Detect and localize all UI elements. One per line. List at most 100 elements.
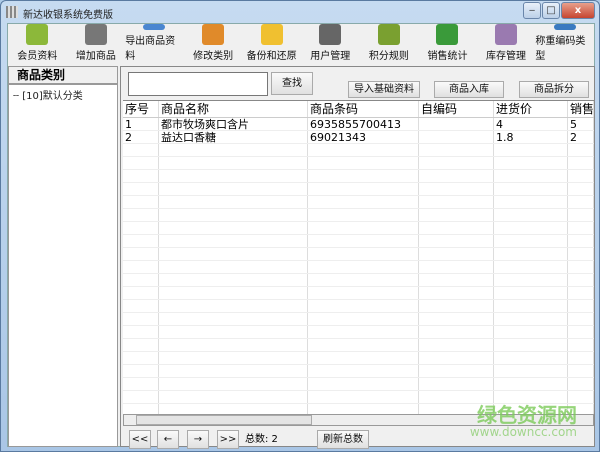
column-header[interactable]: 销售 — [568, 101, 594, 117]
table-cell — [123, 235, 159, 247]
close-button[interactable]: x — [561, 2, 595, 19]
table-cell — [123, 261, 159, 273]
table-cell — [159, 248, 308, 260]
column-header[interactable]: 商品名称 — [159, 101, 308, 117]
toolbar-button-3[interactable]: 修改类别 — [184, 24, 243, 65]
table-row[interactable]: 1 都市牧场爽口含片 6935855700413 4 5 — [123, 118, 594, 131]
tree-item-default[interactable]: ┄ [10]默认分类 — [13, 87, 113, 102]
split-button[interactable]: 商品拆分 — [519, 81, 589, 98]
table-row[interactable] — [123, 144, 594, 157]
scrollbar-thumb[interactable] — [136, 415, 312, 425]
app-icon — [6, 6, 18, 18]
table-cell — [419, 378, 494, 390]
clipboard-check-icon — [436, 24, 459, 45]
refresh-total-button[interactable]: 刷新总数 — [317, 430, 369, 449]
table-cell — [568, 261, 594, 273]
table-cell — [494, 235, 568, 247]
maximize-button[interactable]: □ — [542, 2, 560, 19]
table-cell — [419, 235, 494, 247]
table-cell — [308, 248, 419, 260]
import-button[interactable]: 导入基础资料 — [348, 81, 420, 98]
toolbar-button-1[interactable]: 增加商品 — [67, 24, 126, 65]
prev-page-button[interactable]: ← — [157, 430, 179, 449]
table-row[interactable] — [123, 209, 594, 222]
table-cell — [494, 261, 568, 273]
table-cell — [308, 326, 419, 338]
table-row[interactable] — [123, 274, 594, 287]
table-row[interactable] — [123, 365, 594, 378]
toolbar-button-9[interactable]: 称重编码类型 — [535, 24, 594, 65]
search-button[interactable]: 查找 — [271, 72, 313, 95]
table-row[interactable] — [123, 339, 594, 352]
table-cell — [159, 339, 308, 351]
column-header[interactable]: 商品条码 — [308, 101, 419, 117]
table-cell — [494, 170, 568, 182]
table-cell — [159, 144, 308, 156]
toolbar-button-8[interactable]: 库存管理 — [477, 24, 536, 65]
table-row[interactable]: 2 益达口香糖 69021343 1.8 2 — [123, 131, 594, 144]
table-row[interactable] — [123, 313, 594, 326]
table-cell: 1.8 — [494, 131, 568, 143]
table-row[interactable] — [123, 352, 594, 365]
minimize-button[interactable]: ‒ — [523, 2, 541, 19]
toolbar-button-0[interactable]: 会员资料 — [8, 24, 67, 65]
stock-in-button[interactable]: 商品入库 — [434, 81, 504, 98]
table-row[interactable] — [123, 235, 594, 248]
table-cell — [568, 183, 594, 195]
table-row[interactable] — [123, 300, 594, 313]
table-cell — [568, 235, 594, 247]
last-page-button[interactable]: >> — [217, 430, 239, 449]
product-table[interactable]: 序号 商品名称 商品条码 自编码 进货价 销售 1 都市牧场爽口含片 6935855700413… — [123, 100, 594, 415]
toolbar-button-5[interactable]: 用户管理 — [301, 24, 360, 65]
table-cell — [308, 209, 419, 221]
table-row[interactable] — [123, 170, 594, 183]
table-row[interactable] — [123, 287, 594, 300]
table-row[interactable] — [123, 378, 594, 391]
table-cell — [159, 326, 308, 338]
table-cell — [159, 378, 308, 390]
table-row[interactable] — [123, 157, 594, 170]
total-count: 总数: 2 — [245, 434, 278, 445]
table-row[interactable] — [123, 222, 594, 235]
column-header[interactable]: 序号 — [123, 101, 159, 117]
next-page-button[interactable]: → — [187, 430, 209, 449]
table-cell — [568, 144, 594, 156]
toolbar-button-7[interactable]: 销售统计 — [418, 24, 477, 65]
watermark-logo: 绿色资源网 — [477, 403, 577, 427]
table-cell — [123, 365, 159, 377]
category-tree[interactable]: ┄ [10]默认分类 — [8, 84, 118, 447]
table-row[interactable] — [123, 196, 594, 209]
table-cell — [494, 196, 568, 208]
toolbar-button-2[interactable]: 导出商品资料 — [125, 24, 184, 65]
table-cell — [419, 222, 494, 234]
table-cell — [159, 183, 308, 195]
table-row[interactable] — [123, 261, 594, 274]
toolbar-button-4[interactable]: 备份和还原 — [242, 24, 301, 65]
table-cell — [159, 209, 308, 221]
table-cell — [123, 339, 159, 351]
table-cell — [308, 274, 419, 286]
table-cell — [123, 274, 159, 286]
table-cell — [159, 222, 308, 234]
table-row[interactable] — [123, 183, 594, 196]
table-row[interactable] — [123, 326, 594, 339]
table-cell — [308, 157, 419, 169]
table-cell — [308, 183, 419, 195]
toolbar-label: 修改类别 — [193, 51, 234, 62]
table-cell — [568, 222, 594, 234]
table-row[interactable] — [123, 248, 594, 261]
table-cell — [123, 209, 159, 221]
table-cell — [568, 352, 594, 364]
table-cell: 益达口香糖 — [159, 131, 308, 143]
product-panel: 查找 导入基础资料 商品入库 商品拆分 序号 商品名称 商品条码 自编码 进货价 销售 1 都… — [120, 66, 595, 449]
table-cell — [494, 378, 568, 390]
table-cell — [494, 313, 568, 325]
search-input[interactable] — [128, 72, 268, 96]
first-page-button[interactable]: << — [129, 430, 151, 449]
column-header[interactable]: 自编码 — [419, 101, 494, 117]
column-header[interactable]: 进货价 — [494, 101, 568, 117]
toolbar-button-6[interactable]: 积分规则 — [360, 24, 419, 65]
table-cell — [419, 326, 494, 338]
table-cell — [159, 365, 308, 377]
table-cell — [568, 209, 594, 221]
